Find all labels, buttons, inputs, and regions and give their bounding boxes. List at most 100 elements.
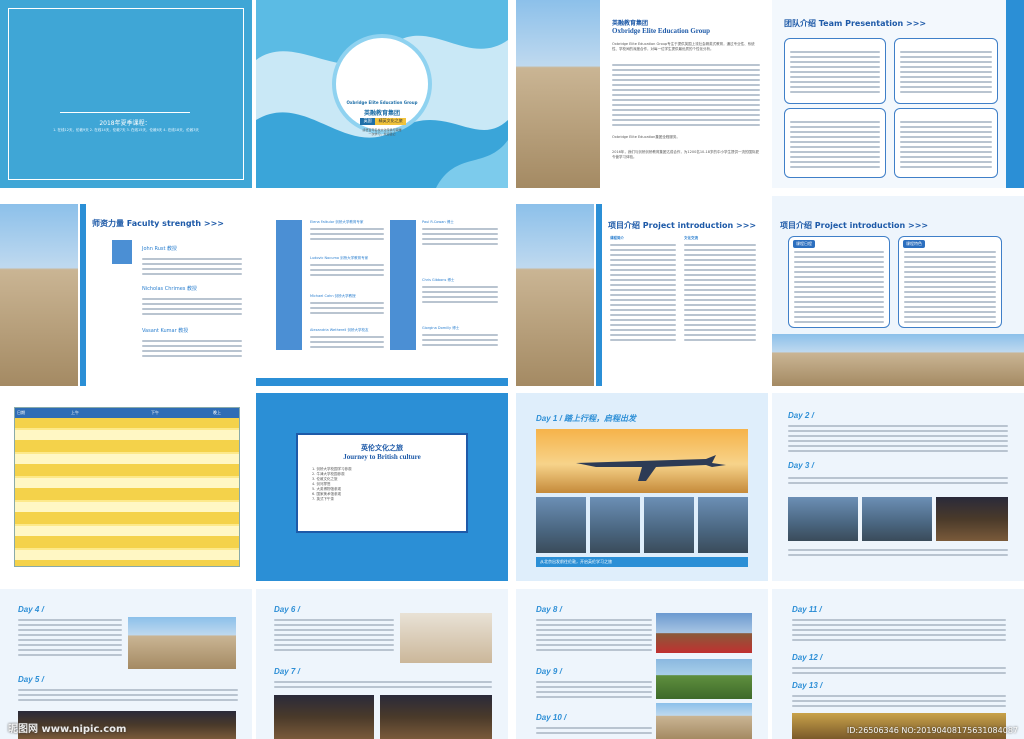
schedule-rows: [15, 418, 239, 566]
project-panel: 项目介绍 Project introduction >>> 课程简介 文化交流: [516, 196, 768, 386]
cover-badge-right: 精英文化之旅: [375, 118, 406, 125]
group-photo-3: [644, 497, 694, 553]
faculty-panel: 师资力量 Faculty strength >>> John Rust 教授 N…: [0, 196, 252, 386]
day8-text: [536, 619, 652, 654]
faculty-name-2: Nicholas Chrimes 教授: [142, 286, 198, 292]
intro-para-1: Oxbridge Elite Education Group专注于提供英国上流社…: [612, 42, 755, 51]
project-title: 项目介绍 Project introduction >>>: [608, 221, 757, 230]
abbey-photo: [516, 204, 594, 386]
bridge-photo: [128, 617, 236, 669]
culture-title-cn: 英伦文化之旅: [361, 444, 403, 452]
team-side-bar: [1006, 0, 1024, 188]
faculty2-bio-6: [422, 286, 498, 306]
park-photo: [656, 659, 752, 699]
day3-photo-1: [788, 497, 858, 541]
day13-title: Day 13 /: [792, 681, 823, 690]
day8-title: Day 8 /: [536, 605, 562, 614]
team-panel: 团队介绍 Team Presentation >>>: [772, 0, 1024, 188]
college-photo: [516, 0, 600, 188]
day7-title: Day 7 /: [274, 667, 300, 676]
project2-box-2: 课程特色: [898, 236, 1002, 328]
culture-panel: 英伦文化之旅 Journey to British culture 1. 剑桥大…: [256, 393, 508, 581]
dining-photo: [400, 613, 492, 663]
library-photo: [380, 695, 492, 739]
day6-7-panel: Day 6 / Day 7 /: [256, 589, 508, 739]
intro-title-cn: 英融教育集团: [612, 20, 649, 27]
faculty2-name-7: Giorgina Domilly 博士: [422, 326, 460, 330]
faculty2-photo-col-1: [276, 220, 302, 350]
team-title: 团队介绍 Team Presentation >>>: [784, 19, 927, 28]
cathedral-photo: [0, 204, 78, 386]
schedule-panel: 日期 上午 下午 晚上: [0, 393, 252, 581]
faculty2-bio-3: [310, 302, 384, 317]
culture-list: 1. 剑桥大学校园学习参观 2. 牛津大学校园参观 3. 伦敦文化之旅 4. 剑…: [298, 467, 466, 502]
day11-text: [792, 619, 1006, 644]
day2-3-panel: Day 2 / Day 3 /: [772, 393, 1024, 581]
team-box-4: [894, 108, 998, 178]
intro-para-3: 2016年，我们与剑桥剑桥教育集团达成合作，为1200名10-18岁的中小学生提…: [612, 150, 759, 159]
intro-para-2: Oxbridge Elite Education集团全程服务。: [612, 135, 680, 139]
day1-title: Day 1 / 踏上行程，启程出发: [536, 414, 637, 423]
faculty-bio-3: [142, 340, 242, 360]
big-ben-photo: [656, 613, 752, 653]
project-panel-2: 项目介绍 Project introduction >>> 课程日程 课程特色: [772, 196, 1024, 386]
day4-text: [18, 619, 122, 659]
day10-photo: [656, 703, 752, 739]
faculty2-name-1: Elena Falkulor 剑桥大学教育专家: [310, 220, 364, 224]
day12-title: Day 12 /: [792, 653, 823, 662]
project-blue-strip: [596, 204, 602, 386]
team-box-3: [784, 108, 886, 178]
day10-text: [536, 727, 652, 737]
day2-title: Day 2 /: [788, 411, 814, 420]
day1-caption-bar: 从北京出发前往伦敦，开启英伦学习之旅: [536, 557, 748, 567]
day5-text: [18, 689, 238, 704]
airplane-photo: [536, 429, 748, 493]
project2-box-1: 课程日程: [788, 236, 890, 328]
watermark-left: 昵图网 www.nipic.com: [8, 724, 127, 735]
culture-card: 英伦文化之旅 Journey to British culture 1. 剑桥大…: [296, 433, 468, 533]
day9-text: [536, 681, 652, 701]
faculty2-photo-col-2: [390, 220, 416, 350]
day12-text: [792, 667, 1006, 677]
day2-text: [788, 425, 1008, 455]
faculty-name-1: John Rust 教授: [142, 246, 178, 252]
schedule-header: 日期 上午 下午 晚上: [15, 408, 239, 418]
faculty2-name-5: Paul R.Cowan 博士: [422, 220, 454, 224]
project-box-label-2: 文化交流: [684, 236, 698, 240]
group-photo-4: [698, 497, 748, 553]
cover-brand-cn: 英融教育集团: [363, 110, 400, 117]
day7-text: [274, 681, 492, 691]
faculty-panel-2: Elena Falkulor 剑桥大学教育专家 Ludovic Nocumo 剑…: [256, 196, 508, 386]
faculty-bio-2: [142, 298, 242, 318]
cover-course-list: 1. 在线12天，伦敦9天 2. 在线14天，伦敦7天 3. 在线15天，伦敦6…: [53, 128, 199, 132]
college-panorama-photo: [772, 334, 1024, 386]
intro-panel: 英融教育集团 Oxbridge Elite Education Group Ox…: [516, 0, 768, 188]
day11-title: Day 11 /: [792, 605, 822, 614]
day9-title: Day 9 /: [536, 667, 562, 676]
cover-badge: 英国 精英文化之旅: [360, 118, 406, 125]
faculty2-name-2: Ludovic Nocumo 剑桥大学教育专家: [310, 256, 369, 260]
faculty2-bio-2: [310, 264, 384, 279]
day11-13-panel: Day 11 / Day 12 / Day 13 /: [772, 589, 1024, 739]
schedule-header-am: 上午: [71, 410, 79, 415]
day3-evening-text: [788, 549, 1008, 559]
intro-body-lines: [612, 64, 760, 129]
project-box-label-1: 课程简介: [610, 236, 624, 240]
project2-box-1-tag: 课程日程: [793, 240, 815, 248]
cover-badge-left: 英国: [360, 118, 376, 125]
day13-text: [792, 695, 1006, 710]
team-box-1: [784, 38, 886, 104]
faculty-title: 师资力量 Faculty strength >>>: [92, 219, 224, 228]
faculty2-name-4: Alexandria Wetherell 剑桥大学校友: [310, 328, 369, 332]
faculty-photo-1: [112, 240, 132, 264]
faculty-bio-1: [142, 258, 242, 278]
cover-right-panel: Oxbridge Elite Education Group 英融教育集团 英国…: [256, 0, 508, 188]
day4-5-panel: Day 4 / Day 5 /: [0, 589, 252, 739]
faculty2-bio-7: [422, 334, 498, 349]
cover-divider: [60, 112, 190, 113]
project-col-1: [610, 244, 676, 344]
group-photo-2: [590, 497, 640, 553]
day3-photo-3: [936, 497, 1008, 541]
airplane-icon: [576, 455, 726, 481]
day1-caption: 从北京出发前往伦敦，开启英伦学习之旅: [540, 559, 612, 564]
